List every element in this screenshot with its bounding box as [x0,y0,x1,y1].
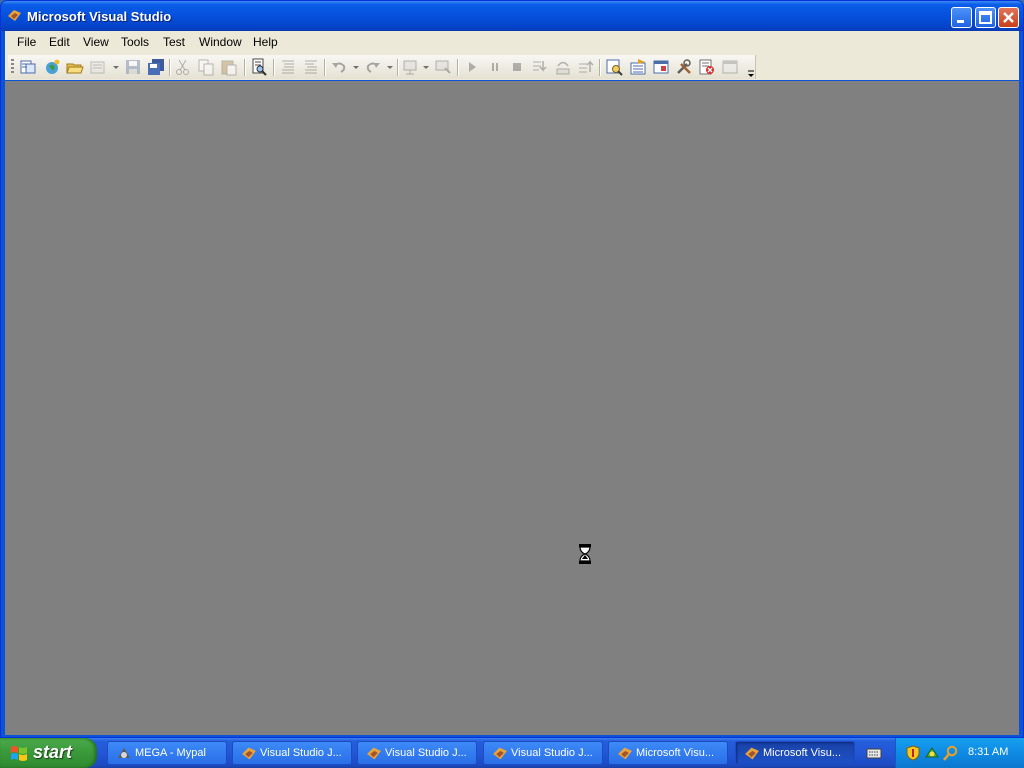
taskbar-button-label: Visual Studio J... [511,747,593,759]
mypal-icon [118,748,130,758]
toolbar-grip[interactable] [11,59,14,75]
menu-test[interactable]: Test [163,35,185,49]
taskbar-button-visual-studio[interactable]: Visual Studio J... [357,741,477,765]
navigate-backward-icon[interactable] [402,58,420,76]
undo-dropdown-icon[interactable] [353,66,359,69]
close-button[interactable] [998,7,1019,28]
visual-studio-icon [8,10,21,21]
copy-icon[interactable] [197,58,215,76]
paste-icon[interactable] [220,58,238,76]
step-into-icon[interactable] [531,58,549,76]
menu-edit[interactable]: Edit [49,35,70,49]
main-window: Microsoft Visual Studio File Edit View T… [0,0,1024,738]
properties-icon[interactable] [629,58,647,76]
start-label: start [33,742,73,762]
new-project-icon[interactable] [19,58,37,76]
taskbar-button-label: MEGA - Mypal [135,747,206,759]
step-out-icon[interactable] [577,58,595,76]
undo-icon[interactable] [330,58,348,76]
security-shield-icon[interactable] [905,745,921,761]
clock[interactable]: 8:31 AM [968,746,1008,758]
menu-window[interactable]: Window [199,35,242,49]
toolbar-separator [244,59,246,76]
add-item-dropdown-icon[interactable] [113,66,119,69]
start-page-icon[interactable] [721,58,739,76]
start-icon[interactable] [463,58,481,76]
menu-help[interactable]: Help [253,35,278,49]
maximize-icon [979,11,992,24]
redo-icon[interactable] [364,58,382,76]
taskbar-button-label: Microsoft Visu... [763,747,842,759]
add-item-icon[interactable] [43,58,61,76]
error-list-icon[interactable] [698,58,716,76]
taskbar-button-label: Visual Studio J... [260,747,342,759]
menu-tools[interactable]: Tools [121,35,149,49]
redo-dropdown-icon[interactable] [387,66,393,69]
standard-toolbar [8,55,756,79]
menu-bar: File Edit View Tools Test Window Help [5,31,1019,54]
start-button[interactable]: start [0,738,97,768]
system-tray: 8:31 AM [895,738,1024,768]
toolbox-icon[interactable] [675,58,693,76]
visual-studio-icon [367,747,381,760]
visual-studio-icon [745,747,759,760]
navigate-dropdown-icon[interactable] [423,66,429,69]
search-icon[interactable] [943,745,959,761]
title-bar[interactable]: Microsoft Visual Studio [1,1,1023,31]
save-icon[interactable] [124,58,142,76]
maximize-button[interactable] [975,7,996,28]
visual-studio-icon [493,747,507,760]
taskbar: start MEGA - Mypal Visual Studio J... Vi… [0,738,1024,768]
menu-file[interactable]: File [17,35,36,49]
close-icon [1003,12,1014,23]
comment-icon[interactable] [279,58,297,76]
toolbar-separator [169,59,171,76]
visual-studio-icon [242,747,256,760]
taskbar-button-microsoft-visual-studio-active[interactable]: Microsoft Visu... [735,741,855,765]
solution-explorer-icon[interactable] [605,58,623,76]
taskbar-button-label: Microsoft Visu... [636,747,715,759]
toolbar-separator [324,59,326,76]
toolbar-overflow-icon[interactable] [746,68,756,78]
add-new-item-icon[interactable] [89,58,107,76]
taskbar-button-label: Visual Studio J... [385,747,467,759]
visual-studio-icon [618,747,632,760]
save-all-icon[interactable] [147,58,165,76]
taskbar-button-mypal[interactable]: MEGA - Mypal [107,741,227,765]
taskbar-button-visual-studio[interactable]: Visual Studio J... [232,741,352,765]
find-icon[interactable] [250,58,268,76]
object-browser-icon[interactable] [652,58,670,76]
toolbar-separator [457,59,459,76]
toolbar-area [5,54,1019,80]
open-file-icon[interactable] [66,58,84,76]
keyboard-icon[interactable] [866,746,882,760]
navigate-forward-icon[interactable] [434,58,452,76]
taskbar-button-visual-studio[interactable]: Visual Studio J... [483,741,603,765]
window-title: Microsoft Visual Studio [27,9,172,24]
stop-icon[interactable] [508,58,526,76]
toolbar-separator [397,59,399,76]
minimize-icon [957,20,964,23]
step-over-icon[interactable] [554,58,572,76]
workspace-area [5,81,1019,735]
network-icon[interactable] [924,745,940,761]
minimize-button[interactable] [951,7,972,28]
uncomment-icon[interactable] [302,58,320,76]
toolbar-separator [273,59,275,76]
break-all-icon[interactable] [486,58,504,76]
menu-view[interactable]: View [83,35,109,49]
toolbar-separator [599,59,601,76]
taskbar-button-microsoft-visual-studio[interactable]: Microsoft Visu... [608,741,728,765]
cut-icon[interactable] [174,58,192,76]
hourglass-icon [579,544,591,564]
windows-logo-icon [11,746,27,761]
